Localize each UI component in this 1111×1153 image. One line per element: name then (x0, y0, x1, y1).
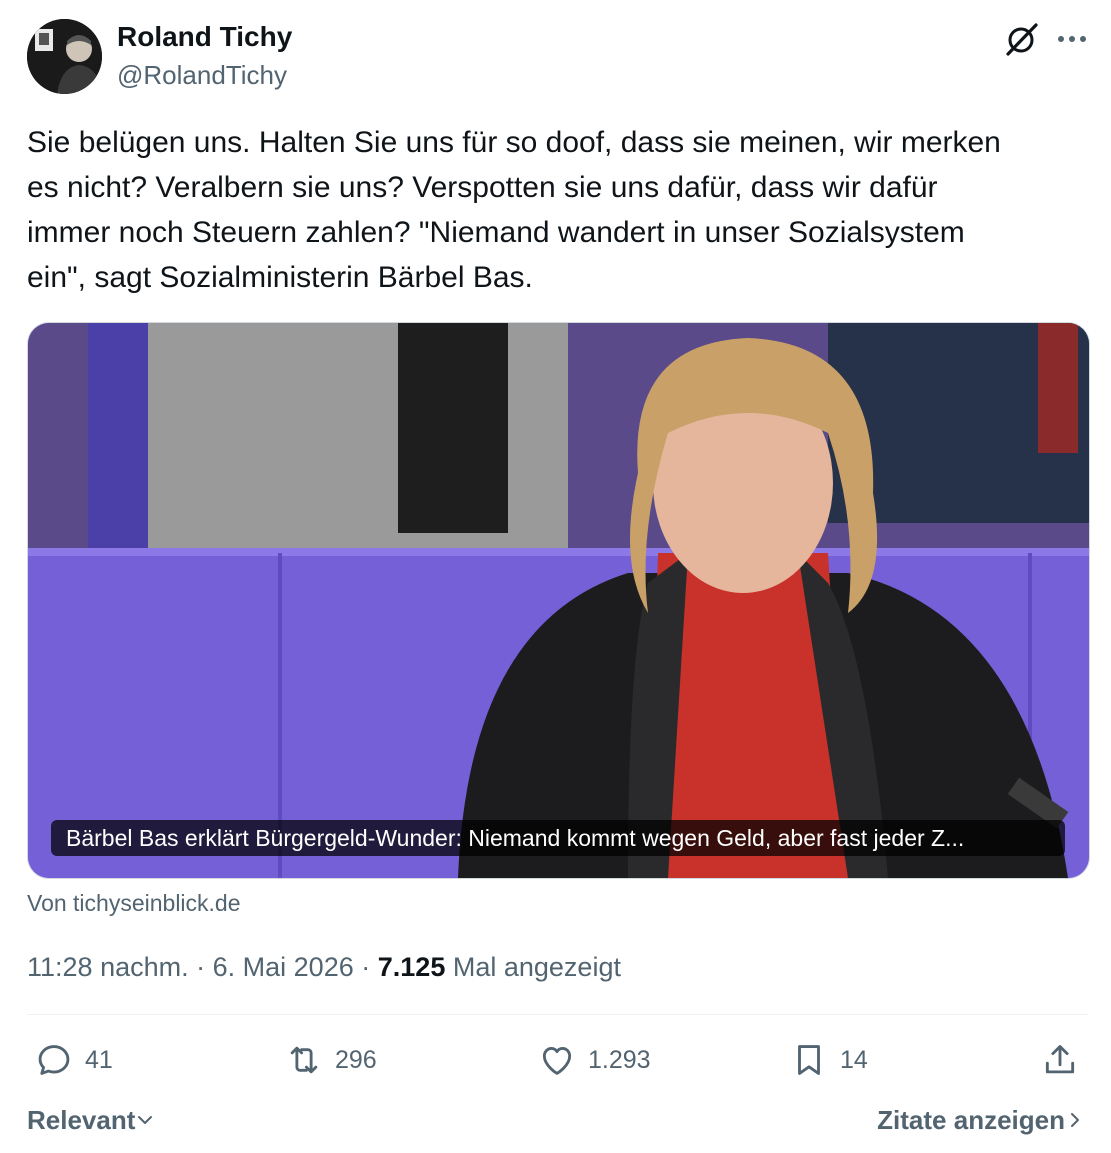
author-name[interactable]: Roland Tichy (117, 20, 292, 54)
tweet-time[interactable]: 11:28 nachm. (27, 952, 189, 982)
article-photo (28, 323, 1089, 878)
reply-button[interactable]: 41 (35, 1040, 113, 1080)
avatar-image (27, 19, 102, 94)
share-button[interactable] (1041, 1040, 1079, 1080)
bookmark-icon (798, 1045, 820, 1075)
author-handle[interactable]: @RolandTichy (117, 59, 287, 91)
like-count: 1.293 (588, 1045, 651, 1074)
link-card-caption: Bärbel Bas erklärt Bürgergeld-Wunder: Ni… (51, 820, 1065, 856)
sort-label: Relevant (27, 1105, 136, 1135)
more-icon[interactable] (1053, 22, 1091, 56)
tweet-date[interactable]: 6. Mai 2026 (213, 952, 354, 982)
link-card[interactable]: Bärbel Bas erklärt Bürgergeld-Wunder: Ni… (27, 322, 1090, 879)
views-count: 7.125 (377, 952, 446, 982)
avatar[interactable] (27, 19, 102, 94)
chevron-down-icon (138, 1116, 153, 1124)
reply-count: 41 (85, 1045, 113, 1074)
repost-button[interactable]: 296 (285, 1040, 377, 1080)
views-label: Mal angezeigt (452, 952, 621, 982)
share-icon (1045, 1045, 1075, 1074)
bookmark-count: 14 (840, 1045, 868, 1074)
tweet-text: Sie belügen uns. Halten Sie uns für so d… (27, 126, 1001, 294)
chevron-right-icon (1071, 1113, 1079, 1127)
quotes-label: Zitate anzeigen (877, 1105, 1065, 1135)
tweet-metadata: 11:28 nachm. · 6. Mai 2026 · 7.125 Mal a… (27, 950, 621, 984)
divider (27, 1014, 1088, 1015)
like-icon (542, 1047, 572, 1075)
repost-count: 296 (335, 1045, 377, 1074)
reply-icon (38, 1045, 70, 1075)
bookmark-button[interactable]: 14 (790, 1040, 868, 1080)
grok-icon[interactable] (1001, 19, 1041, 59)
view-quotes-link[interactable]: Zitate anzeigen (877, 1103, 1085, 1137)
sort-replies-dropdown[interactable]: Relevant (27, 1103, 155, 1137)
meta-separator: · (361, 952, 371, 982)
repost-icon (290, 1046, 318, 1074)
meta-separator: · (196, 952, 206, 982)
link-source[interactable]: Von tichyseinblick.de (27, 888, 241, 918)
like-button[interactable]: 1.293 (538, 1040, 651, 1080)
